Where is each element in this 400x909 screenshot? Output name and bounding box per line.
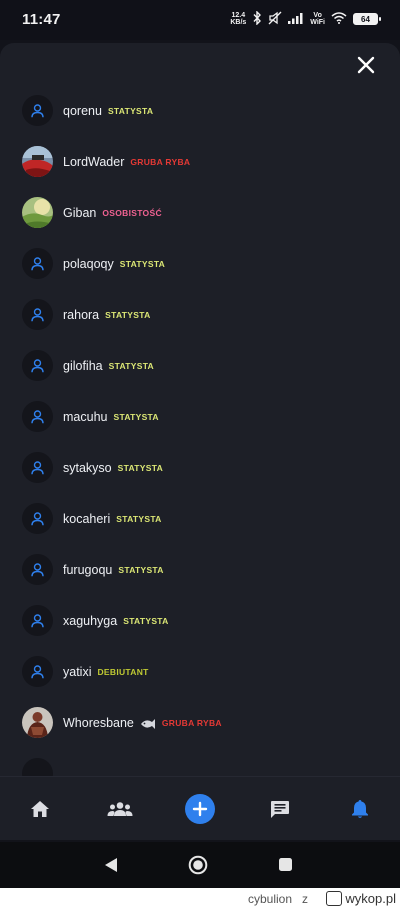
avatar: [22, 758, 53, 776]
user-list: qorenu STATYSTA LordWader GRUBA RYBA Giban OS…: [0, 85, 400, 776]
avatar: [22, 197, 53, 228]
user-row[interactable]: polaqoqy STATYSTA: [0, 238, 400, 289]
username: Whoresbane: [63, 715, 134, 730]
user-icon: [22, 401, 53, 432]
rank-badge: STATYSTA: [119, 258, 166, 269]
username: macuhu: [63, 409, 108, 424]
avatar: [22, 707, 53, 738]
user-icon: [22, 452, 53, 483]
user-icon: [22, 656, 53, 687]
bluetooth-icon: [252, 9, 262, 28]
user-row-partial[interactable]: [0, 748, 400, 776]
user-row[interactable]: sytakyso STATYSTA: [0, 442, 400, 493]
add-button[interactable]: [185, 794, 215, 824]
rank-badge: STATYSTA: [107, 105, 154, 116]
mute-icon: [268, 11, 282, 28]
username: gilofiha: [63, 358, 103, 373]
fish-icon: [140, 717, 156, 729]
username: polaqoqy: [63, 256, 114, 271]
wykop-logo: wykop.pl: [326, 890, 396, 907]
rank-badge: DEBIUTANT: [97, 666, 149, 677]
rank-badge: STATYSTA: [116, 513, 162, 524]
watermark-user: cybulion: [247, 892, 292, 906]
user-icon: [22, 554, 53, 585]
back-icon[interactable]: [104, 857, 118, 878]
username: qorenu: [63, 103, 102, 118]
status-icons: 12.4 KB/s Vo WiFi 64: [230, 9, 381, 28]
vowifi-bottom: WiFi: [310, 19, 325, 26]
user-row[interactable]: qorenu STATYSTA: [0, 85, 400, 136]
wykop-logo-icon: [326, 891, 343, 906]
username: xaguhyga: [63, 613, 118, 628]
notifications-icon[interactable]: [345, 794, 375, 824]
username: furugoqu: [63, 562, 113, 577]
status-bar: 11:47 12.4 KB/s Vo WiFi 64: [0, 0, 400, 40]
user-row[interactable]: kocaheri STATYSTA: [0, 493, 400, 544]
vowifi-indicator: Vo WiFi: [310, 12, 325, 26]
user-icon: [22, 605, 53, 636]
status-time: 11:47: [22, 11, 61, 28]
watermark-strip: cybulion z wykop.pl: [0, 888, 400, 909]
home-circle-icon[interactable]: [188, 855, 208, 880]
recents-icon[interactable]: [279, 858, 292, 876]
user-icon: [22, 95, 53, 126]
network-speed: 12.4 KB/s: [230, 12, 246, 26]
rank-badge: GRUBA RYBA: [130, 156, 191, 167]
rank-badge: GRUBA RYBA: [161, 717, 222, 728]
user-row[interactable]: yatixi DEBIUTANT: [0, 646, 400, 697]
network-speed-value: 12.4: [231, 12, 246, 19]
username: rahora: [63, 307, 100, 322]
user-row[interactable]: Giban OSOBISTOŚĆ: [0, 187, 400, 238]
signal-icon: [288, 12, 304, 27]
user-row[interactable]: xaguhyga STATYSTA: [0, 595, 400, 646]
username: kocaheri: [63, 511, 111, 526]
close-icon[interactable]: [354, 53, 378, 77]
username: yatixi: [63, 664, 92, 679]
system-navigation: [0, 842, 400, 888]
username: LordWader: [63, 154, 125, 169]
network-speed-unit: KB/s: [230, 19, 247, 26]
home-icon[interactable]: [25, 794, 55, 824]
user-icon: [22, 299, 53, 330]
users-sheet: qorenu STATYSTA LordWader GRUBA RYBA Giban OS…: [0, 43, 400, 776]
rank-badge: STATYSTA: [123, 615, 169, 626]
wykop-logo-text: wykop.pl: [345, 891, 396, 906]
username: Giban: [63, 205, 97, 220]
messages-icon[interactable]: [265, 794, 295, 824]
avatar: [22, 146, 53, 177]
user-icon: [22, 350, 53, 381]
battery-icon: 64: [353, 13, 381, 25]
people-icon[interactable]: [105, 794, 135, 824]
watermark-z: z: [302, 892, 308, 906]
user-icon: [22, 248, 53, 279]
rank-badge: STATYSTA: [108, 360, 154, 371]
vowifi-top: Vo: [313, 12, 322, 19]
add-icon: [185, 794, 215, 824]
rank-badge: OSOBISTOŚĆ: [102, 207, 162, 218]
user-row[interactable]: LordWader GRUBA RYBA: [0, 136, 400, 187]
app-screen: 11:47 12.4 KB/s Vo WiFi 64 qorenu STATYS…: [0, 0, 400, 888]
user-row[interactable]: rahora STATYSTA: [0, 289, 400, 340]
user-row[interactable]: macuhu STATYSTA: [0, 391, 400, 442]
rank-badge: STATYSTA: [113, 411, 159, 422]
rank-badge: STATYSTA: [117, 462, 164, 473]
user-row[interactable]: gilofiha STATYSTA: [0, 340, 400, 391]
user-icon: [22, 503, 53, 534]
user-row[interactable]: Whoresbane GRUBA RYBA: [0, 697, 400, 748]
username: sytakyso: [63, 460, 112, 475]
wifi-icon: [331, 11, 347, 27]
bottom-navigation: [0, 776, 400, 840]
user-row[interactable]: furugoqu STATYSTA: [0, 544, 400, 595]
rank-badge: STATYSTA: [105, 309, 151, 320]
rank-badge: STATYSTA: [118, 564, 164, 575]
